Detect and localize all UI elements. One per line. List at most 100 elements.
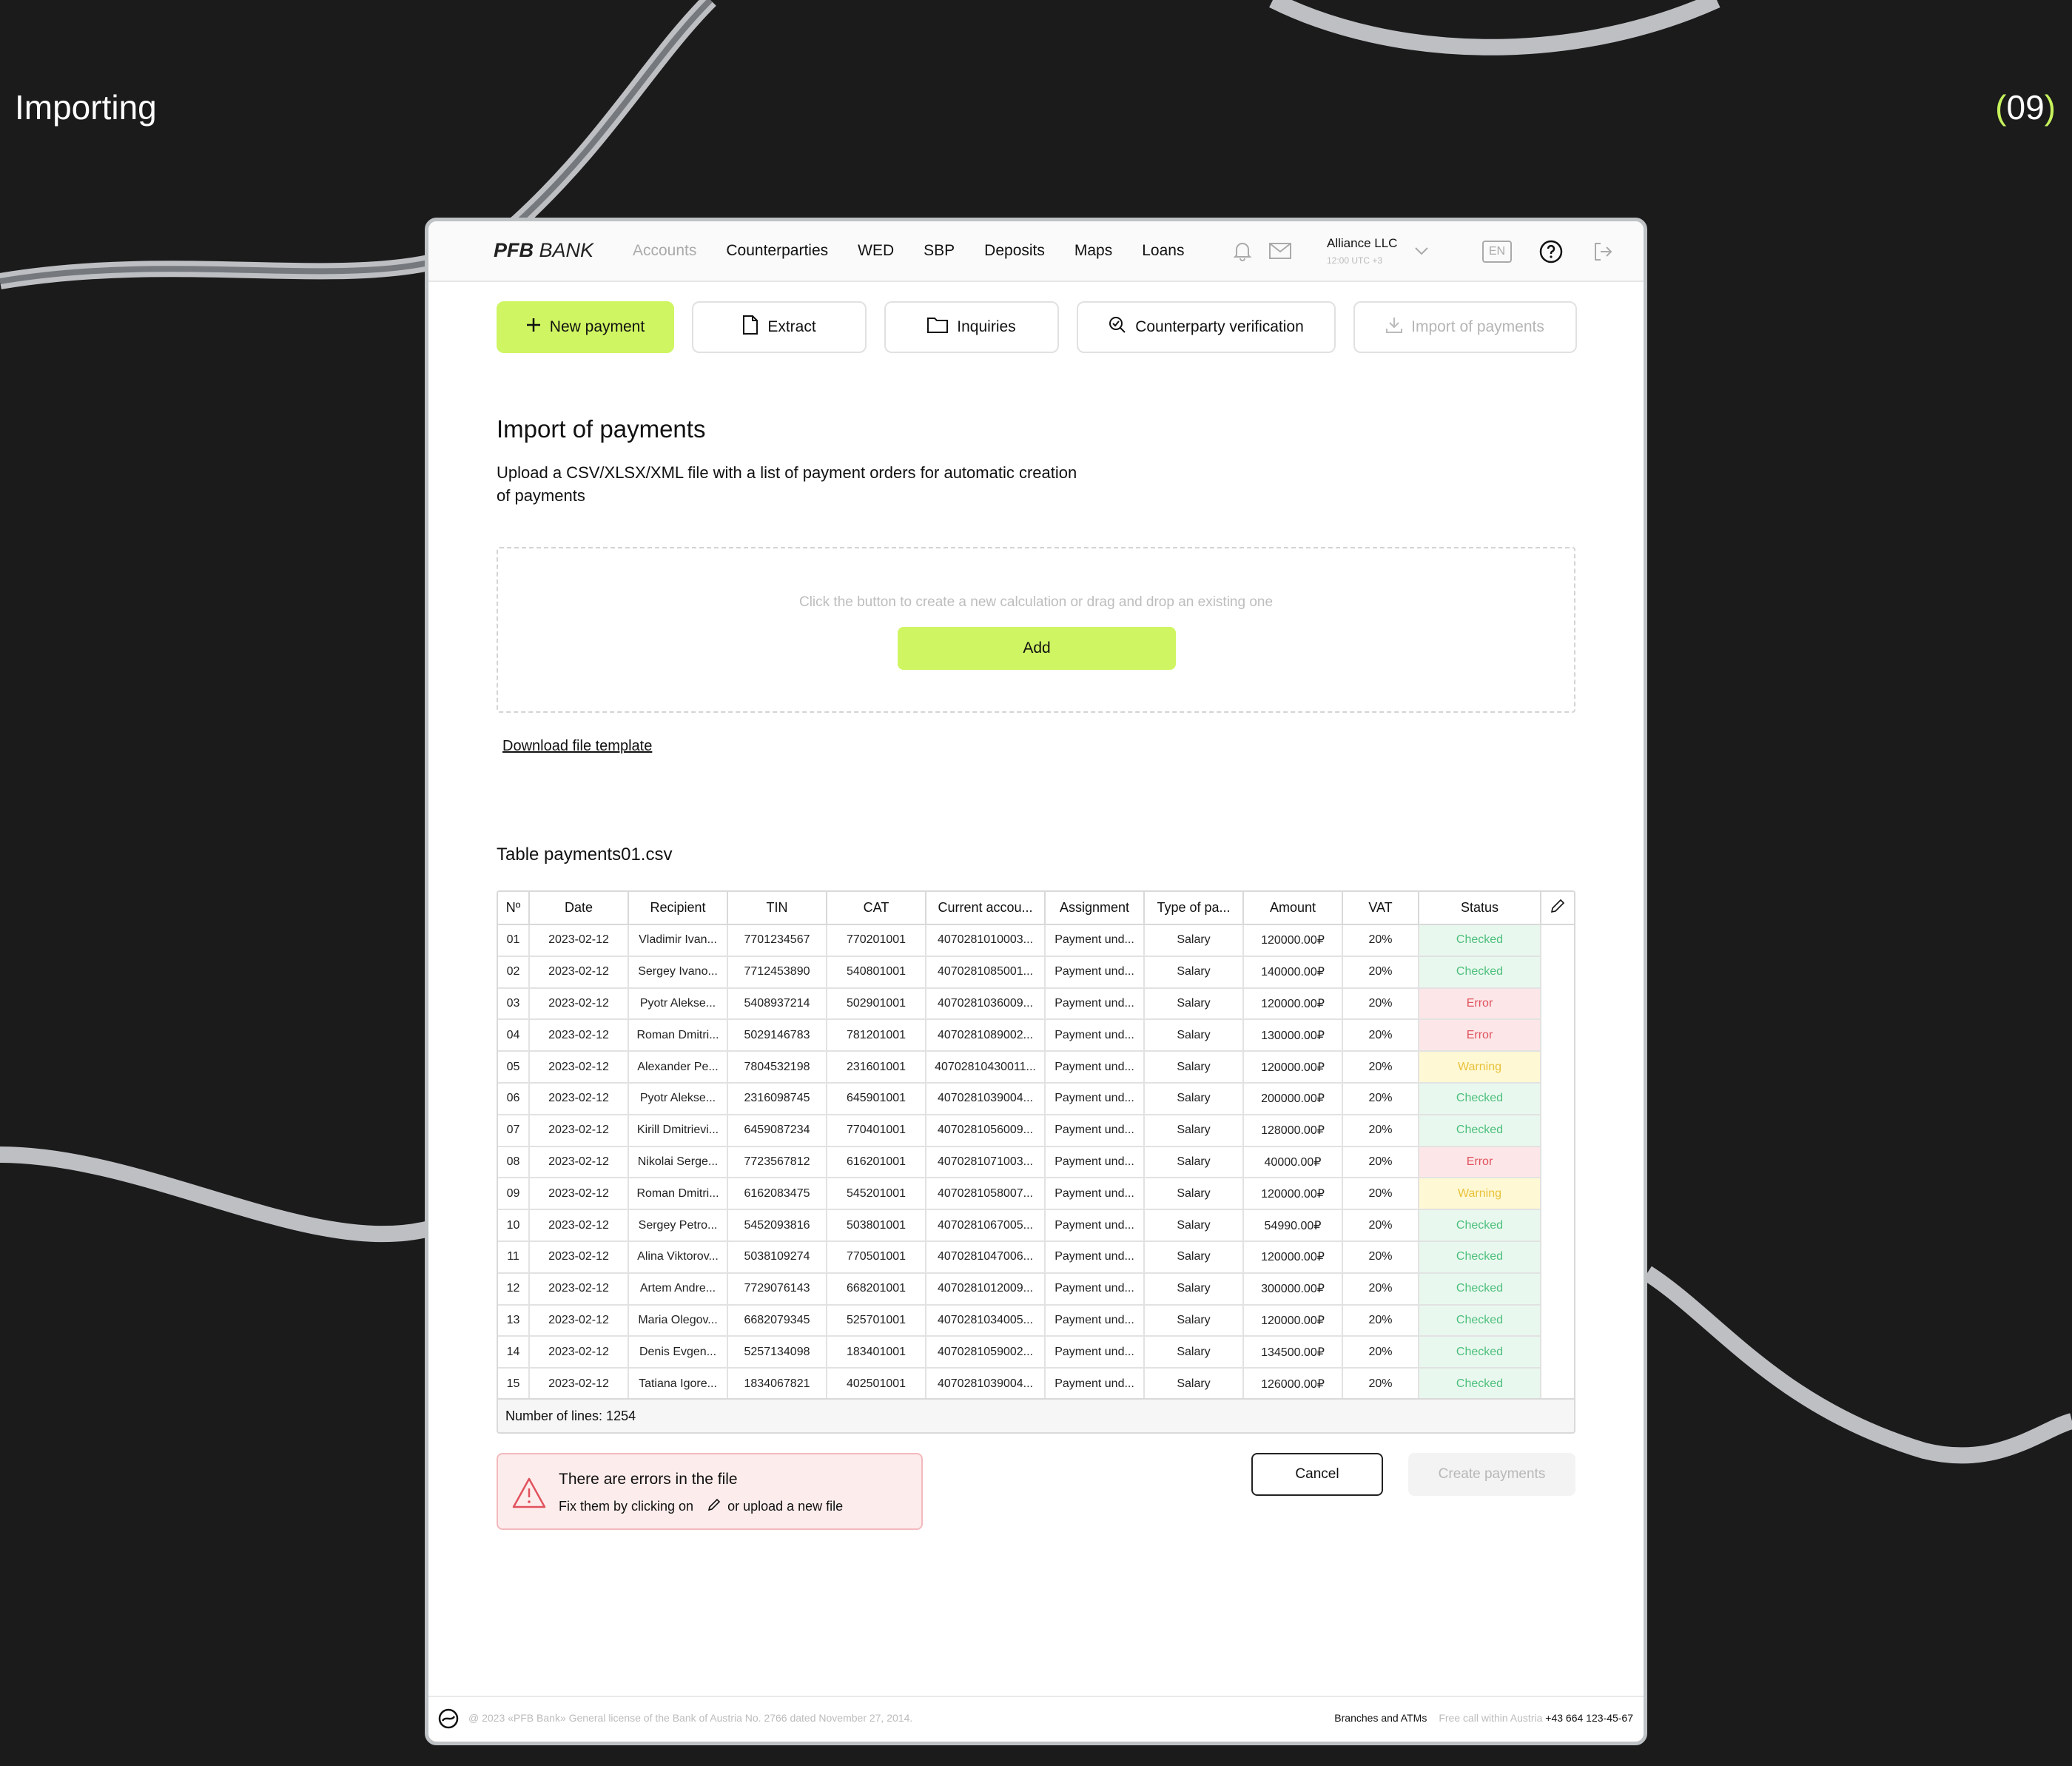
cell-payment-type: Salary [1144,1368,1244,1400]
cell-spacer [1541,1019,1574,1051]
user-menu[interactable]: Alliance LLC 12:00 UTC +3 [1327,236,1397,266]
cell-recipient: Alina Viktorov... [628,1240,728,1274]
table-row[interactable]: 10 2023-02-12 Sergey Petro... 5452093816 503… [498,1209,1574,1242]
new-payment-label: New payment [549,318,645,335]
cell-spacer [1541,1115,1574,1146]
column-header-vat[interactable]: VAT [1342,892,1419,925]
column-header-date[interactable]: Date [529,892,629,925]
cell-number: 03 [498,987,530,1021]
column-header-amount[interactable]: Amount [1243,892,1343,925]
nav-item-maps[interactable]: Maps [1074,242,1112,260]
add-button[interactable]: Add [898,627,1176,670]
cell-vat: 20% [1342,1336,1419,1369]
folder-icon [927,317,949,338]
column-header-payment-type[interactable]: Type of pa... [1144,892,1244,925]
table-row[interactable]: 05 2023-02-12 Alexander Pe... 7804532198 231… [498,1051,1574,1084]
table-row[interactable]: 12 2023-02-12 Artem Andre... 7729076143 6682… [498,1272,1574,1306]
table-row[interactable]: 14 2023-02-12 Denis Evgen... 5257134098 1834… [498,1336,1574,1369]
column-header-recipient[interactable]: Recipient [628,892,728,925]
cell-payment-type: Salary [1144,1240,1244,1274]
top-bar: PFB BANK Accounts Counterparties WED SBP… [428,221,1644,282]
cell-vat: 20% [1342,1209,1419,1242]
table-row[interactable]: 13 2023-02-12 Maria Olegov... 6682079345 525… [498,1304,1574,1337]
cell-amount: 120000.00₽ [1243,1304,1343,1337]
column-header-cat[interactable]: CAT [827,892,926,925]
table-row[interactable]: 15 2023-02-12 Tatiana Igore... 1834067821 40… [498,1368,1574,1400]
payments-grid: Nº Date Recipient TIN CAT Current accou... Ass… [498,892,1574,1400]
cell-date: 2023-02-12 [529,1272,629,1306]
bank-logo-icon [437,1708,460,1730]
table-row[interactable]: 08 2023-02-12 Nikolai Serge... 7723567812 61… [498,1146,1574,1179]
cell-date: 2023-02-12 [529,1178,629,1211]
bell-icon[interactable] [1231,239,1254,263]
language-switch[interactable]: EN [1482,241,1512,263]
cell-status: Error [1419,1146,1541,1179]
cell-date: 2023-02-12 [529,1209,629,1242]
nav-item-counterparties[interactable]: Counterparties [726,242,828,260]
lines-count: Number of lines: 1254 [498,1398,1574,1432]
import-payments-button[interactable]: Import of payments [1353,301,1577,353]
help-icon[interactable] [1538,239,1564,264]
cell-date: 2023-02-12 [529,1082,629,1115]
chevron-down-icon[interactable] [1413,244,1430,258]
cell-tin: 6682079345 [727,1304,827,1337]
table-row[interactable]: 09 2023-02-12 Roman Dmitri... 6162083475 545… [498,1178,1574,1211]
cell-cat: 231601001 [827,1051,926,1084]
nav-item-deposits[interactable]: Deposits [984,242,1045,260]
cell-vat: 20% [1342,924,1419,957]
edit-table-button[interactable] [1541,892,1574,925]
cell-spacer [1541,1273,1574,1305]
nav-item-sbp[interactable]: SBP [924,242,955,260]
create-payments-button[interactable]: Create payments [1408,1453,1575,1496]
cell-date: 2023-02-12 [529,1019,629,1052]
column-header-assignment[interactable]: Assignment [1045,892,1145,925]
table-row[interactable]: 11 2023-02-12 Alina Viktorov... 5038109274 7… [498,1240,1574,1274]
cell-payment-type: Salary [1144,1336,1244,1369]
new-payment-button[interactable]: New payment [497,301,674,353]
nav-item-wed[interactable]: WED [858,242,894,260]
cell-tin: 7729076143 [727,1272,827,1306]
inquiries-button[interactable]: Inquiries [884,301,1059,353]
cell-amount: 300000.00₽ [1243,1272,1343,1306]
cancel-button[interactable]: Cancel [1251,1453,1383,1496]
table-row[interactable]: 01 2023-02-12 Vladimir Ivan... 7701234567 77… [498,924,1574,957]
cell-cat: 770501001 [827,1240,926,1274]
mail-icon[interactable] [1268,239,1293,263]
error-hint-suffix: or upload a new file [727,1499,844,1514]
table-row[interactable]: 07 2023-02-12 Kirill Dmitrievi... 645908723… [498,1114,1574,1147]
extract-button[interactable]: Extract [692,301,867,353]
cell-assignment: Payment und... [1045,1240,1145,1274]
cell-spacer [1541,1146,1574,1178]
logo[interactable]: PFB BANK [494,239,593,262]
cell-amount: 120000.00₽ [1243,924,1343,957]
column-header-tin[interactable]: TIN [727,892,827,925]
cell-status: Checked [1419,1368,1541,1400]
cell-number: 04 [498,1019,530,1052]
nav-item-loans[interactable]: Loans [1142,242,1184,260]
cell-current-account: 4070281047006... [926,1240,1046,1274]
counterparty-verification-button[interactable]: Counterparty verification [1077,301,1336,353]
cell-vat: 20% [1342,1178,1419,1211]
nav-item-accounts[interactable]: Accounts [633,242,696,260]
column-header-current-account[interactable]: Current accou... [926,892,1046,925]
cell-number: 15 [498,1368,530,1400]
branches-link[interactable]: Branches and ATMs [1334,1712,1427,1724]
phone-number[interactable]: +43 664 123-45-67 [1545,1712,1633,1724]
table-row[interactable]: 04 2023-02-12 Roman Dmitri... 5029146783 781… [498,1019,1574,1052]
cell-recipient: Maria Olegov... [628,1304,728,1337]
cell-tin: 5408937214 [727,987,827,1021]
column-header-number[interactable]: Nº [498,892,530,925]
logout-icon[interactable] [1592,241,1614,263]
cell-amount: 120000.00₽ [1243,1051,1343,1084]
user-time: 12:00 UTC +3 [1327,255,1383,266]
document-icon [742,315,758,339]
table-row[interactable]: 02 2023-02-12 Sergey Ivano... 7712453890 540… [498,956,1574,989]
cell-tin: 5452093816 [727,1209,827,1242]
cell-cat: 645901001 [827,1082,926,1115]
table-row[interactable]: 06 2023-02-12 Pyotr Alekse... 2316098745 645… [498,1082,1574,1115]
table-row[interactable]: 03 2023-02-12 Pyotr Alekse... 5408937214 502… [498,987,1574,1021]
column-header-status[interactable]: Status [1419,892,1541,925]
pencil-icon[interactable] [707,1497,722,1516]
file-drop-zone[interactable]: Click the button to create a new calcula… [497,547,1575,713]
download-template-link[interactable]: Download file template [502,738,652,755]
